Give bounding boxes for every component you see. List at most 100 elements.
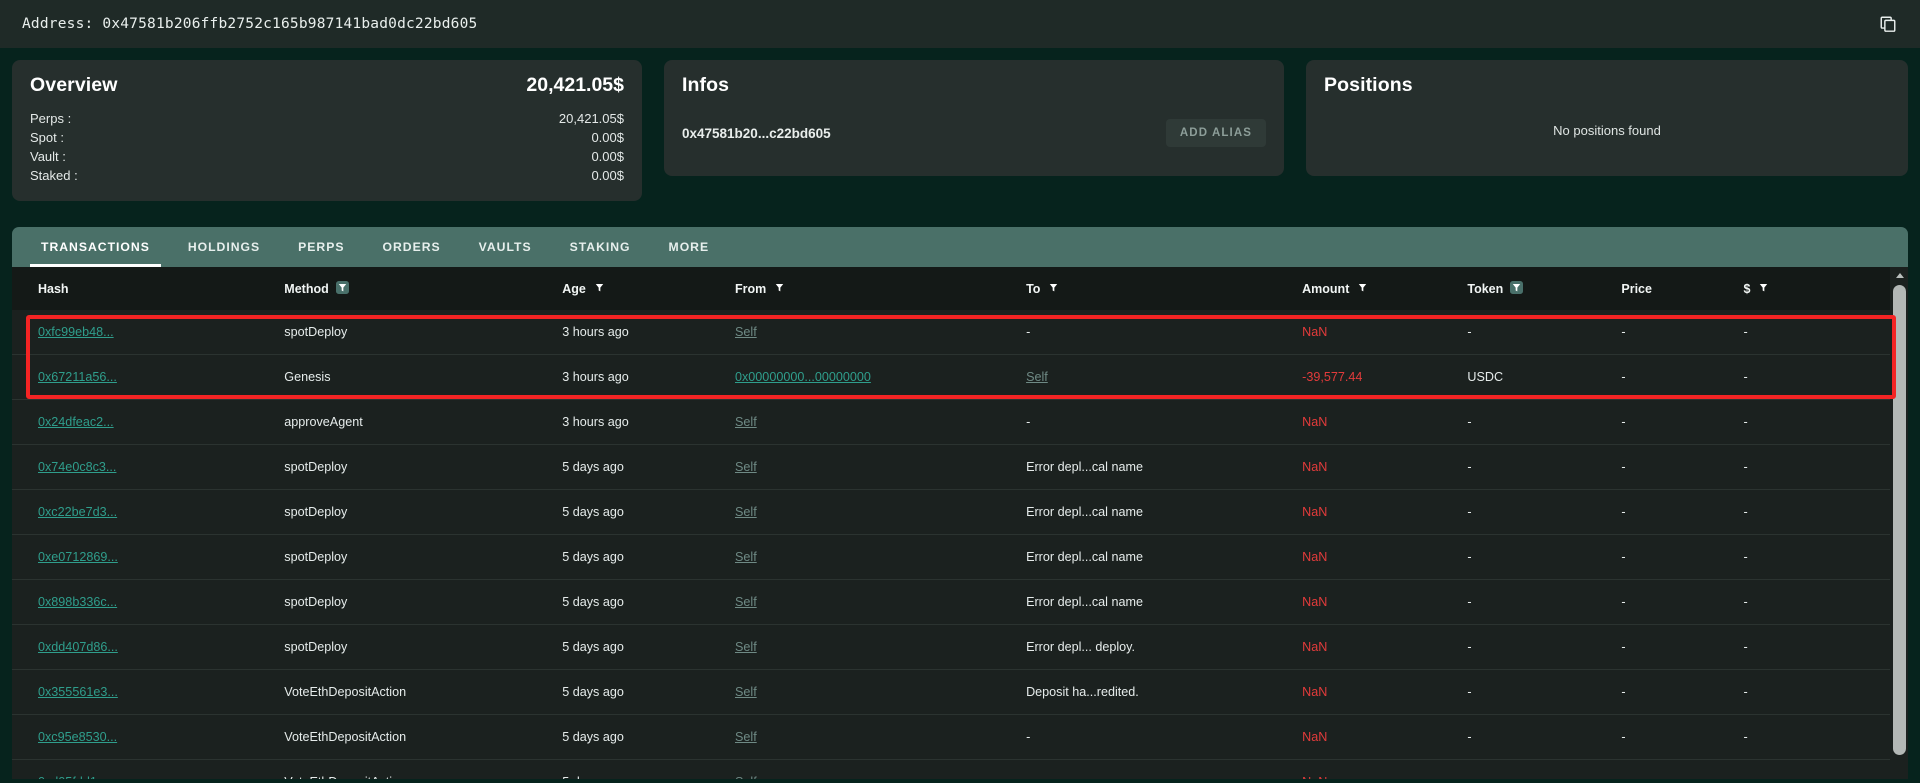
- cell-hash: 0xdd407d86...: [12, 624, 285, 670]
- to-self-link[interactable]: Self: [1026, 370, 1048, 384]
- overview-label-staked: Staked :: [30, 168, 78, 183]
- cell-token: -: [1467, 444, 1622, 490]
- overview-total: 20,421.05$: [526, 74, 624, 96]
- add-alias-button[interactable]: ADD ALIAS: [1165, 119, 1266, 147]
- hash-link[interactable]: 0x74e0c8c3...: [38, 460, 116, 474]
- overview-value-perps: 20,421.05$: [558, 111, 624, 126]
- transactions-table: Hash Method Age From To Amount Token Pri…: [12, 267, 1890, 779]
- address-label: Address:: [22, 16, 94, 32]
- cell-to: -: [1026, 759, 1303, 779]
- hash-link[interactable]: 0x898b336c...: [38, 595, 117, 609]
- cell-price: -: [1621, 669, 1744, 715]
- cell-from: Self: [735, 534, 1027, 580]
- cell-amount: NaN: [1302, 444, 1468, 490]
- cell-method: spotDeploy: [284, 310, 563, 355]
- column-header-age[interactable]: Age: [562, 267, 735, 310]
- table-row[interactable]: 0xdd407d86... spotDeploy 5 days ago Self Err…: [12, 624, 1890, 670]
- from-self-link[interactable]: Self: [735, 415, 757, 429]
- from-self-link[interactable]: Self: [735, 730, 757, 744]
- cell-to: Error depl...cal name: [1026, 534, 1303, 580]
- cell-method: spotDeploy: [284, 579, 563, 625]
- tab-more[interactable]: MORE: [650, 227, 729, 267]
- from-self-link[interactable]: Self: [735, 685, 757, 699]
- from-self-link[interactable]: Self: [735, 325, 757, 339]
- cell-price: -: [1621, 399, 1744, 445]
- hash-link[interactable]: 0xc22be7d3...: [38, 505, 117, 519]
- column-header-from[interactable]: From: [735, 267, 1027, 310]
- cell-usd: -: [1743, 759, 1890, 779]
- hash-link[interactable]: 0xdd407d86...: [38, 640, 118, 654]
- cell-price: -: [1621, 534, 1744, 580]
- cell-method: VoteEthDepositAction: [284, 714, 563, 760]
- tab-vaults[interactable]: VAULTS: [460, 227, 551, 267]
- column-header-amount[interactable]: Amount: [1302, 267, 1468, 310]
- from-self-link[interactable]: Self: [735, 550, 757, 564]
- copy-icon[interactable]: [1874, 10, 1902, 38]
- overview-label-vault: Vault :: [30, 149, 66, 164]
- hash-link[interactable]: 0xc95e8530...: [38, 730, 117, 744]
- cell-usd: -: [1743, 444, 1890, 490]
- tab-staking[interactable]: STAKING: [551, 227, 650, 267]
- table-scrollbar[interactable]: [1891, 267, 1908, 779]
- filter-icon-amount[interactable]: [1356, 281, 1369, 297]
- filter-icon-token[interactable]: [1510, 281, 1524, 297]
- table-row[interactable]: 0x74e0c8c3... spotDeploy 5 days ago Self Err…: [12, 444, 1890, 490]
- from-address-link[interactable]: 0x00000000...00000000: [735, 370, 871, 384]
- hash-link[interactable]: 0xfc99eb48...: [38, 325, 114, 339]
- filter-icon-usd[interactable]: [1757, 281, 1770, 297]
- cell-usd: -: [1743, 669, 1890, 715]
- cell-from: Self: [735, 624, 1027, 670]
- hash-link[interactable]: 0xd05fdd1e...: [38, 775, 114, 779]
- from-self-link[interactable]: Self: [735, 460, 757, 474]
- from-self-link[interactable]: Self: [735, 640, 757, 654]
- column-header-usd[interactable]: $: [1743, 267, 1890, 310]
- hash-link[interactable]: 0x67211a56...: [38, 370, 117, 384]
- cell-from: Self: [735, 669, 1027, 715]
- overview-row-staked: Staked : 0.00$: [30, 166, 624, 185]
- cell-method: VoteEthDepositAction: [284, 759, 563, 779]
- cell-hash: 0x67211a56...: [12, 354, 285, 400]
- column-header-hash[interactable]: Hash: [12, 267, 285, 310]
- transactions-table-container: Hash Method Age From To Amount Token Pri…: [12, 267, 1908, 779]
- filter-icon-from[interactable]: [773, 281, 786, 297]
- filter-icon-age[interactable]: [593, 281, 606, 297]
- cell-to: -: [1026, 714, 1303, 760]
- from-self-link[interactable]: Self: [735, 775, 757, 779]
- table-row[interactable]: 0xe0712869... spotDeploy 5 days ago Self Err…: [12, 534, 1890, 580]
- table-row[interactable]: 0x898b336c... spotDeploy 5 days ago Self Err…: [12, 579, 1890, 625]
- cell-hash: 0x24dfeac2...: [12, 399, 285, 445]
- scroll-up-arrow-icon[interactable]: [1891, 267, 1908, 284]
- cell-hash: 0xd05fdd1e...: [12, 759, 285, 779]
- cell-amount: NaN: [1302, 489, 1468, 535]
- column-header-price[interactable]: Price: [1621, 267, 1744, 310]
- column-header-method[interactable]: Method: [284, 267, 563, 310]
- tab-holdings[interactable]: HOLDINGS: [169, 227, 279, 267]
- hash-link[interactable]: 0x355561e3...: [38, 685, 118, 699]
- filter-icon-method[interactable]: [335, 281, 349, 297]
- tab-transactions[interactable]: TRANSACTIONS: [22, 227, 169, 267]
- table-row[interactable]: 0x355561e3... VoteEthDepositAction 5 days …: [12, 669, 1890, 715]
- table-row[interactable]: 0xd05fdd1e... VoteEthDepositAction5 days …: [12, 759, 1890, 779]
- hash-link[interactable]: 0x24dfeac2...: [38, 415, 114, 429]
- column-header-to[interactable]: To: [1026, 267, 1303, 310]
- hash-link[interactable]: 0xe0712869...: [38, 550, 118, 564]
- overview-value-spot: 0.00$: [591, 130, 624, 145]
- table-row[interactable]: 0x24dfeac2... approveAgent 3 hours ago Self…: [12, 399, 1890, 445]
- cell-hash: 0x74e0c8c3...: [12, 444, 285, 490]
- from-self-link[interactable]: Self: [735, 505, 757, 519]
- scrollbar-thumb[interactable]: [1893, 285, 1906, 755]
- overview-rows: Perps : 20,421.05$ Spot : 0.00$ Vault : …: [30, 109, 624, 185]
- cell-method: Genesis: [284, 354, 563, 400]
- from-self-link[interactable]: Self: [735, 595, 757, 609]
- tab-orders[interactable]: ORDERS: [363, 227, 459, 267]
- filter-icon-to[interactable]: [1047, 281, 1060, 297]
- column-header-token[interactable]: Token: [1467, 267, 1622, 310]
- tab-perps[interactable]: PERPS: [279, 227, 363, 267]
- table-row[interactable]: 0x67211a56... Genesis 3 hours ago 0x0000000…: [12, 354, 1890, 400]
- table-row[interactable]: 0xfc99eb48... spotDeploy 3 hours ago Self - N…: [12, 310, 1890, 355]
- cell-token: -: [1467, 534, 1622, 580]
- cell-to: Error depl...cal name: [1026, 489, 1303, 535]
- table-row[interactable]: 0xc22be7d3... spotDeploy 5 days ago Self Err…: [12, 489, 1890, 535]
- table-row[interactable]: 0xc95e8530... VoteEthDepositAction 5 days …: [12, 714, 1890, 760]
- cell-amount: NaN: [1302, 759, 1468, 779]
